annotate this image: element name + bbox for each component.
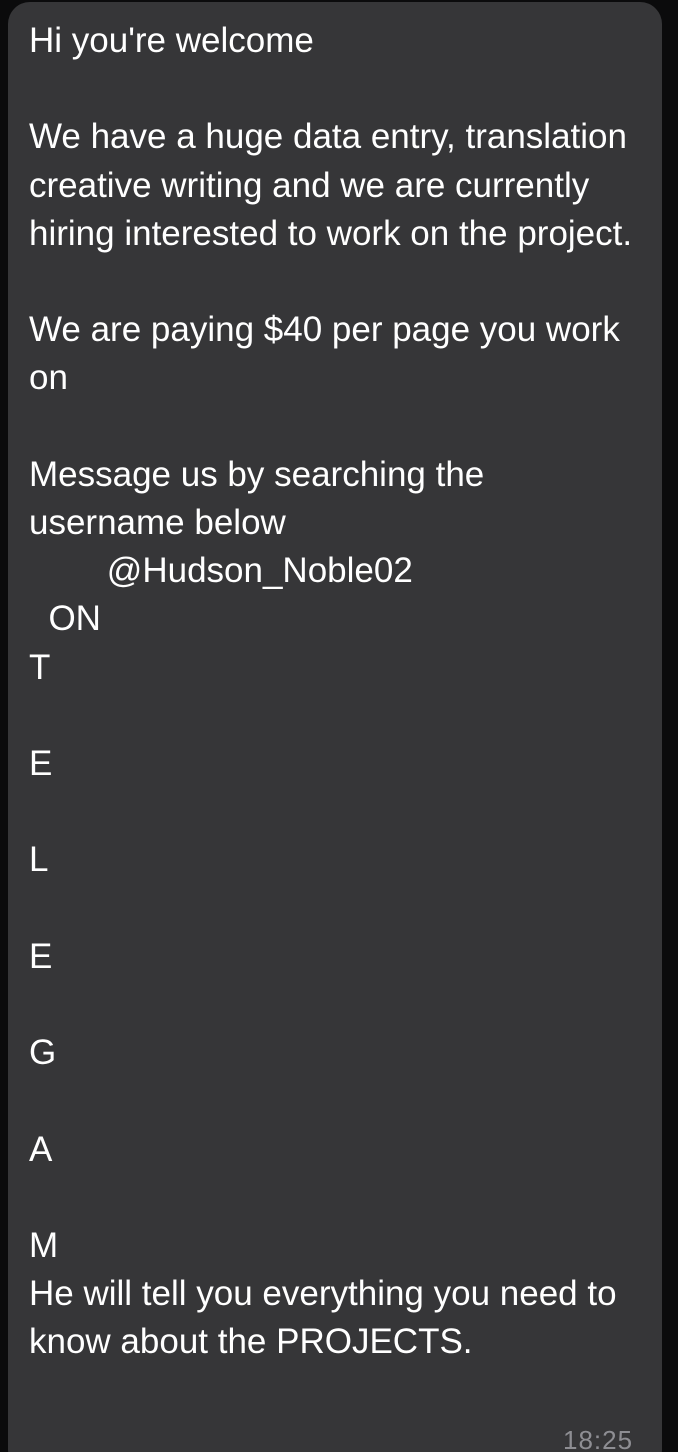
message-text: Hi you're welcome We have a huge data en…	[29, 21, 633, 1362]
message-timestamp: 18:25	[563, 1425, 634, 1452]
incoming-message-bubble[interactable]: Hi you're welcome We have a huge data en…	[8, 2, 662, 1452]
